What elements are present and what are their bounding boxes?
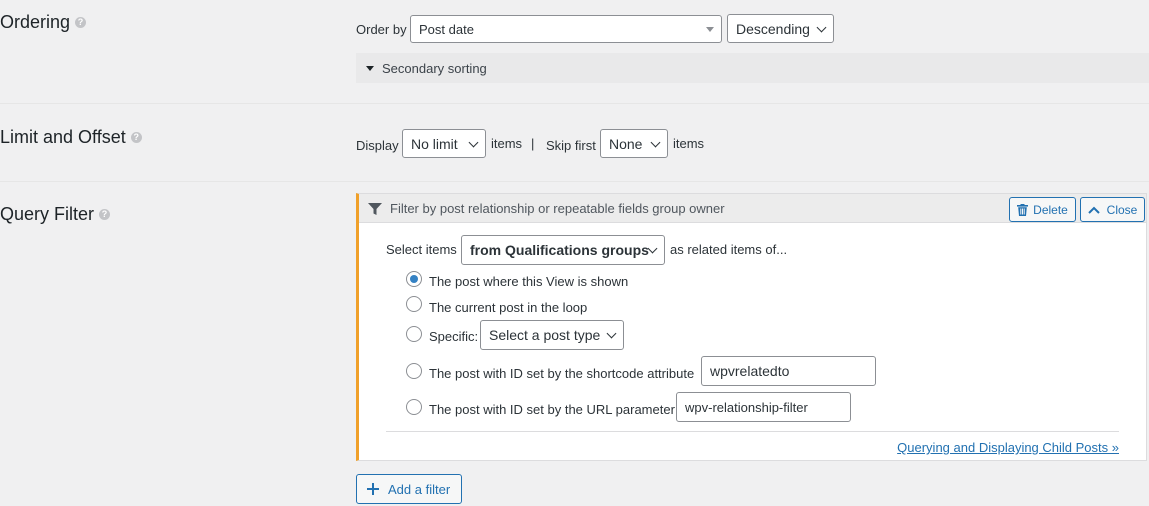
order-direction-select[interactable]: Descending <box>727 14 834 43</box>
url-parameter-input[interactable]: wpv-relationship-filter <box>676 392 851 422</box>
separator: | <box>531 136 535 151</box>
caret-down-icon <box>366 65 374 71</box>
skip-first-value: None <box>609 135 643 152</box>
related-items-label: as related items of... <box>670 242 788 257</box>
chevron-down-icon <box>650 137 661 147</box>
ordering-section-title: Ordering ? <box>0 12 87 33</box>
select-items-value: from Qualifications groups <box>470 242 649 258</box>
chevron-down-icon <box>468 137 479 147</box>
ordering-title: Ordering <box>0 12 71 32</box>
help-icon[interactable]: ? <box>75 17 87 28</box>
help-icon[interactable]: ? <box>130 132 142 143</box>
radio-url-parameter[interactable] <box>406 399 422 415</box>
items-label: items <box>491 136 523 151</box>
delete-label: Delete <box>1033 202 1068 217</box>
order-direction-value: Descending <box>736 20 810 37</box>
close-filter-button[interactable]: Close <box>1080 197 1145 222</box>
post-type-value: Select a post type <box>489 327 601 343</box>
filter-icon <box>368 203 382 215</box>
plus-icon <box>367 483 379 495</box>
query-filter-section-title: Query Filter ? <box>0 204 111 225</box>
option-label: The post where this View is shown <box>429 274 629 289</box>
section-divider <box>0 103 1149 104</box>
dropdown-arrow-icon <box>706 27 714 32</box>
chevron-down-icon <box>647 243 658 254</box>
order-by-select[interactable]: Post date <box>410 15 722 43</box>
chevron-up-icon <box>1087 206 1100 214</box>
filter-header-text: Filter by post relationship or repeatabl… <box>390 201 725 216</box>
display-limit-select[interactable]: No limit <box>402 129 486 158</box>
chevron-down-icon <box>606 328 617 339</box>
url-parameter-value: wpv-relationship-filter <box>685 399 808 415</box>
display-limit-value: No limit <box>411 135 458 152</box>
select-items-label: Select items <box>386 242 457 257</box>
order-by-value: Post date <box>419 21 474 37</box>
close-label: Close <box>1106 202 1138 217</box>
radio-current-loop-post[interactable] <box>406 296 422 312</box>
shortcode-attribute-input[interactable]: wpvrelatedto <box>701 356 876 386</box>
skip-first-select[interactable]: None <box>600 129 668 158</box>
radio-current-view-post[interactable] <box>406 271 422 287</box>
limit-section-title: Limit and Offset ? <box>0 127 142 148</box>
skip-first-label: Skip first <box>546 138 596 153</box>
trash-icon <box>1017 203 1029 216</box>
help-icon[interactable]: ? <box>99 209 111 220</box>
option-label: The post with ID set by the URL paramete… <box>429 402 675 417</box>
post-type-select[interactable]: Select a post type <box>480 320 624 350</box>
display-label: Display <box>356 138 399 153</box>
secondary-sorting-toggle[interactable]: Secondary sorting <box>356 53 1149 83</box>
documentation-link[interactable]: Querying and Displaying Child Posts » <box>897 440 1119 455</box>
limit-title: Limit and Offset <box>0 127 126 147</box>
option-label: The current post in the loop <box>429 300 588 315</box>
radio-shortcode-attribute[interactable] <box>406 363 422 379</box>
option-label: Specific: <box>429 329 479 344</box>
delete-filter-button[interactable]: Delete <box>1009 197 1076 222</box>
order-by-label: Order by <box>356 22 407 37</box>
query-filter-title: Query Filter <box>0 204 95 224</box>
shortcode-attribute-value: wpvrelatedto <box>710 363 790 379</box>
add-filter-button[interactable]: Add a filter <box>356 474 462 504</box>
filter-panel-divider <box>386 431 1119 432</box>
add-filter-label: Add a filter <box>388 481 451 497</box>
chevron-down-icon <box>816 22 827 32</box>
items-label-2: items <box>673 136 705 151</box>
select-items-select[interactable]: from Qualifications groups <box>461 235 665 265</box>
option-label: The post with ID set by the shortcode at… <box>429 366 695 381</box>
secondary-sorting-label: Secondary sorting <box>382 60 487 76</box>
radio-specific-post[interactable] <box>406 326 422 342</box>
relationship-filter-panel: Filter by post relationship or repeatabl… <box>356 193 1147 461</box>
filter-panel-header: Filter by post relationship or repeatabl… <box>359 194 1146 223</box>
section-divider <box>0 181 1149 182</box>
